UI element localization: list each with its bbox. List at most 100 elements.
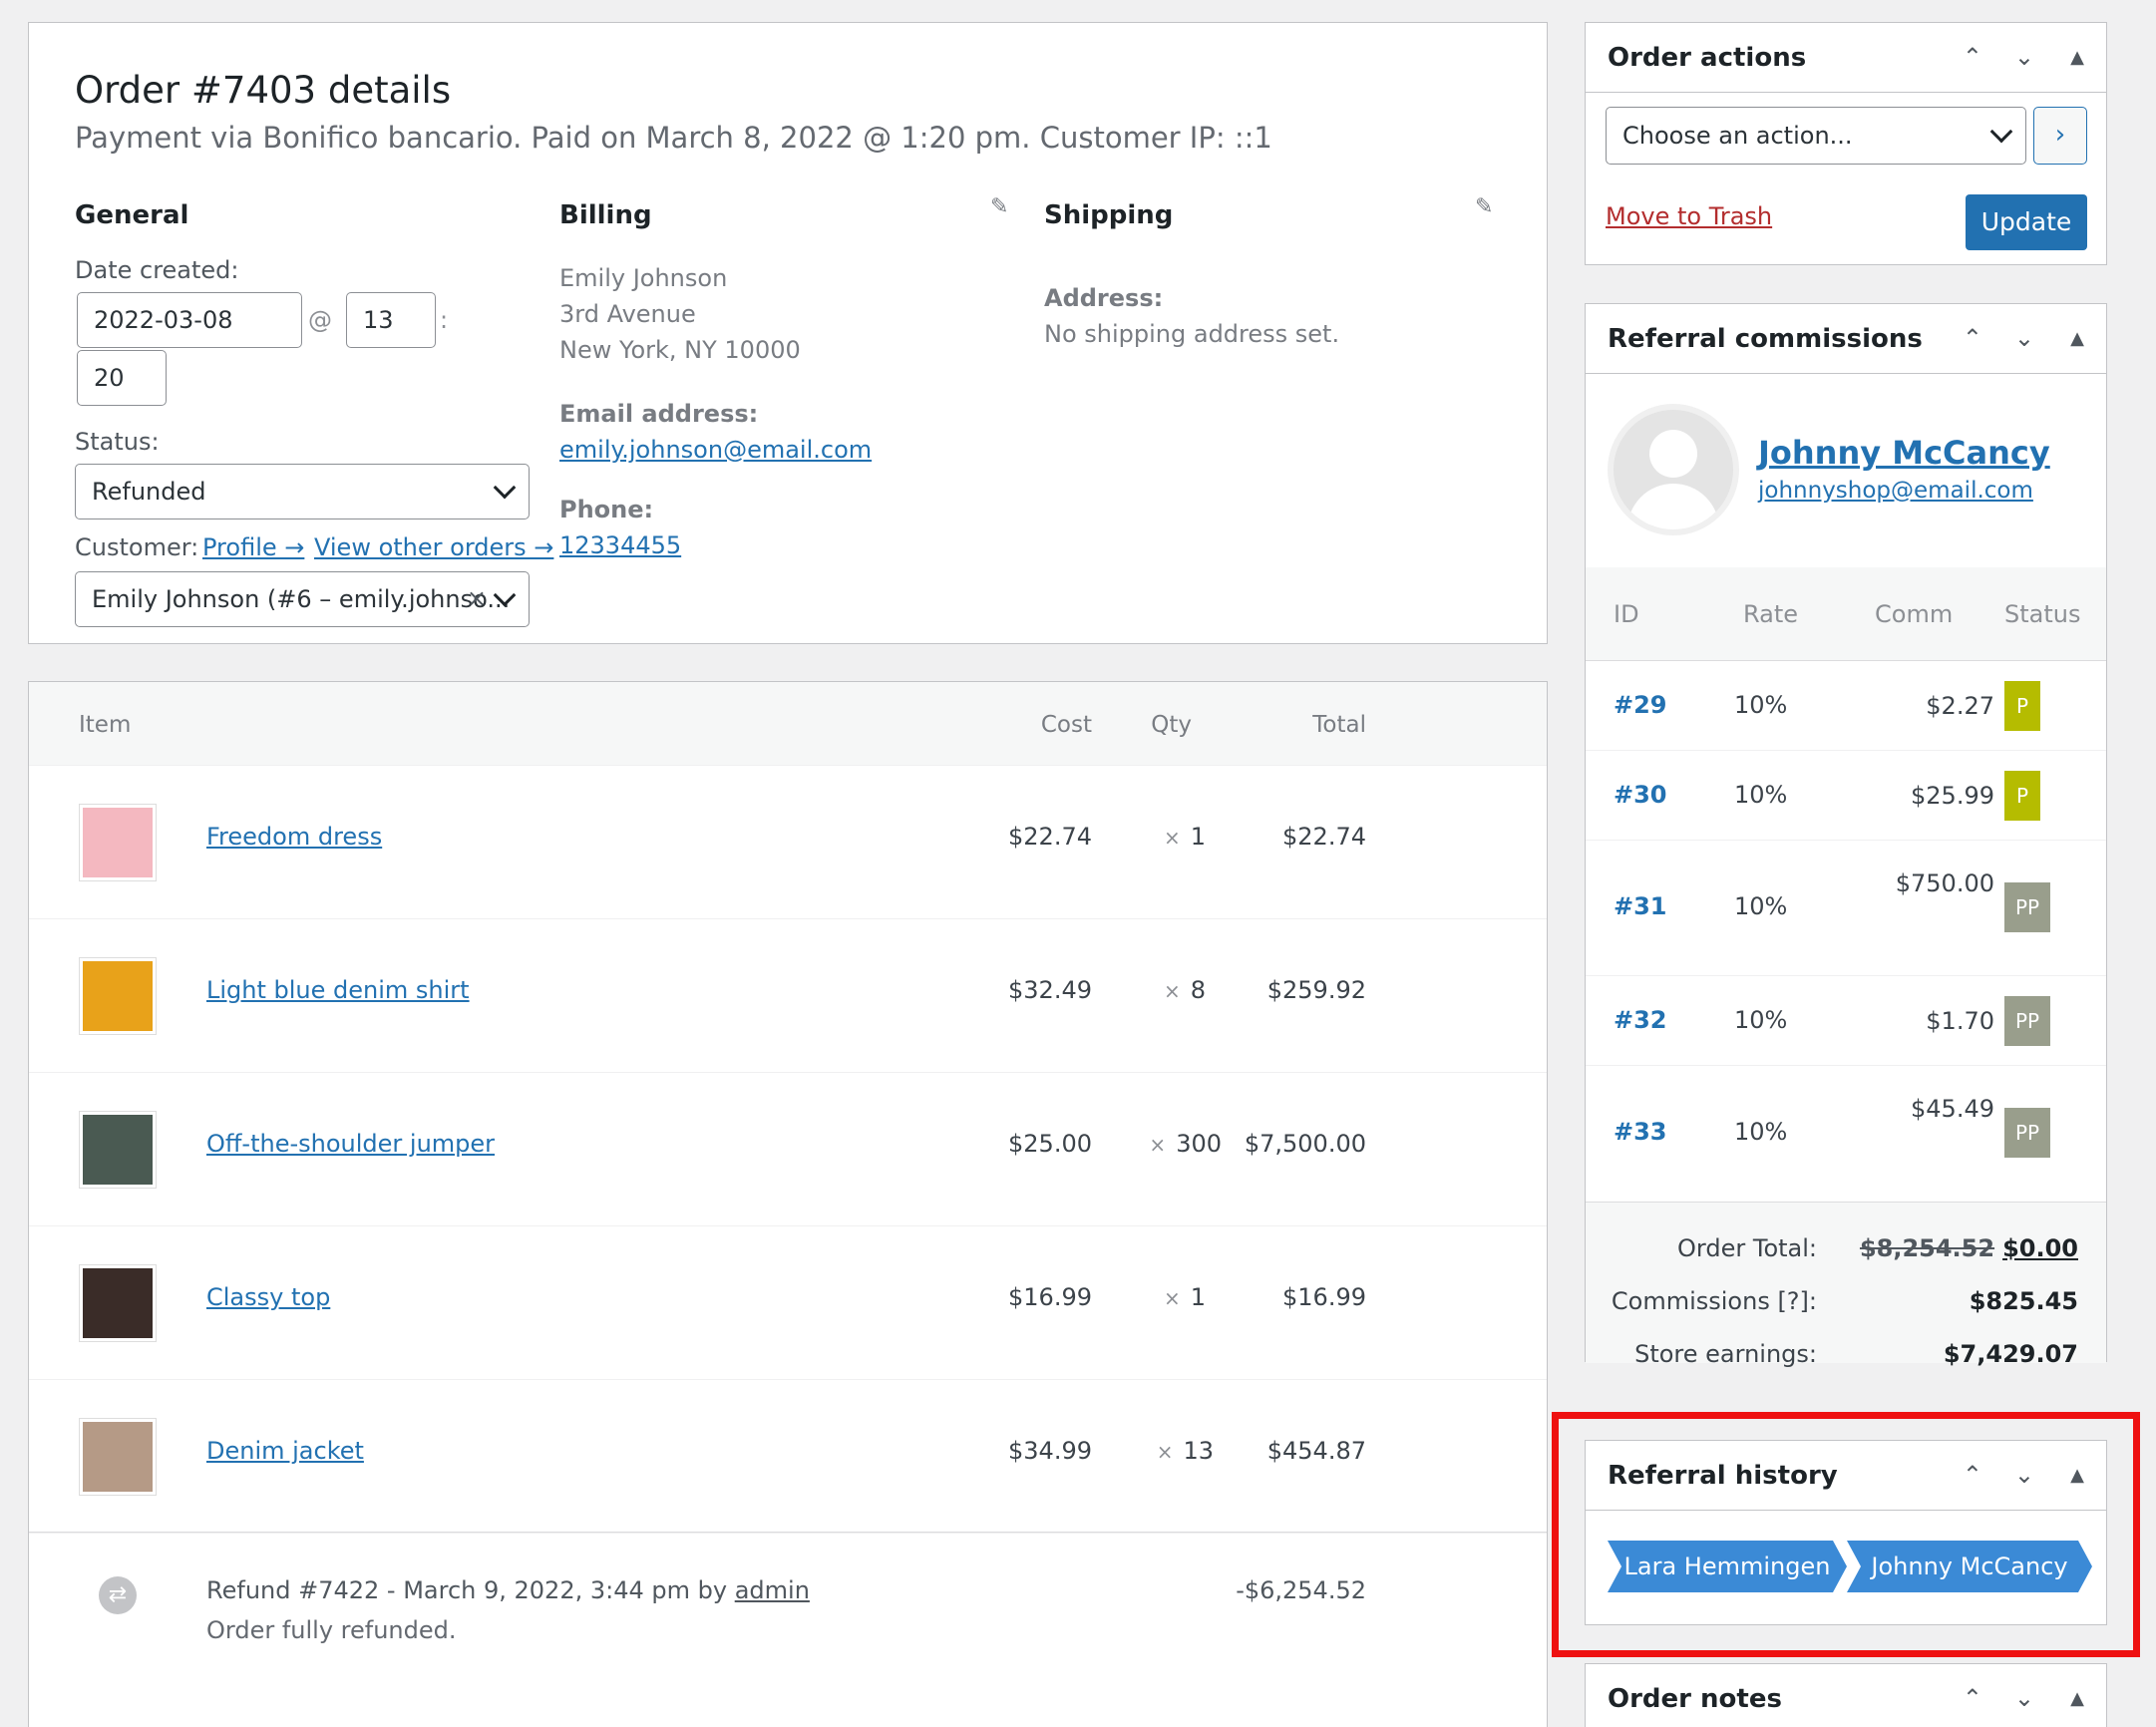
table-row: Freedom dress $22.74 × 1 $22.74	[29, 766, 1547, 919]
customer-select[interactable]: Emily Johnson (#6 – emily.johnso... ×	[75, 571, 530, 627]
billing-phone-link[interactable]: 12334455	[559, 527, 681, 564]
commission-id-link[interactable]: #33	[1614, 1118, 1667, 1146]
general-heading: General	[75, 200, 189, 230]
thumbnail-image	[83, 1268, 153, 1338]
referral-history-title: Referral history	[1608, 1461, 1838, 1491]
move-up-icon[interactable]: ⌃	[1963, 324, 1982, 352]
date-created-input[interactable]: 2022-03-08	[77, 292, 302, 348]
chevron-down-icon	[1989, 120, 2013, 144]
commission-id-link[interactable]: #29	[1614, 691, 1667, 719]
status-badge: PP	[2004, 996, 2050, 1046]
comm-column-header: Comm	[1875, 600, 1954, 628]
commissions-value: $825.45	[1969, 1287, 2078, 1315]
date-created-label: Date created:	[75, 256, 239, 284]
order-actions-box: Order actions ⌃ ⌄ ▲ Choose an action... …	[1585, 22, 2107, 265]
total-column-header: Total	[1312, 712, 1366, 738]
status-value: Refunded	[92, 478, 206, 506]
item-cost: $16.99	[1008, 1283, 1092, 1311]
pencil-icon[interactable]: ✎	[990, 194, 1008, 219]
refund-row: ⇄ Refund #7422 - March 9, 2022, 3:44 pm …	[29, 1532, 1547, 1727]
move-up-icon[interactable]: ⌃	[1963, 1461, 1982, 1489]
billing-street: 3rd Avenue	[559, 300, 696, 328]
apply-action-button[interactable]: ›	[2033, 107, 2087, 165]
commission-rate: 10%	[1734, 691, 1788, 719]
commission-id-link[interactable]: #30	[1614, 781, 1667, 809]
commission-rate: 10%	[1734, 1006, 1788, 1034]
toggle-panel-icon[interactable]: ▲	[2070, 1688, 2084, 1709]
refund-author-link[interactable]: admin	[735, 1576, 810, 1604]
commission-amount: $1.70	[1926, 1007, 1994, 1035]
update-button[interactable]: Update	[1966, 194, 2087, 250]
item-qty-value: 13	[1183, 1437, 1214, 1465]
view-other-orders-link[interactable]: View other orders →	[314, 533, 553, 561]
status-column-header: Status	[2004, 600, 2081, 628]
hour-input[interactable]: 13	[346, 292, 436, 348]
referral-commissions-header: Referral commissions ⌃ ⌄ ▲	[1586, 304, 2106, 374]
product-link[interactable]: Freedom dress	[206, 823, 382, 851]
order-total-label: Order Total:	[1677, 1234, 1817, 1262]
commission-amount: $750.00	[1895, 869, 1994, 897]
order-items-panel: Item Cost Qty Total Freedom dress $22.74…	[28, 681, 1548, 1727]
move-down-icon[interactable]: ⌄	[2014, 43, 2034, 71]
status-badge: PP	[2004, 882, 2050, 932]
commission-rate: 10%	[1734, 892, 1788, 920]
product-thumbnail[interactable]	[79, 1418, 157, 1496]
move-up-icon[interactable]: ⌃	[1963, 43, 1982, 71]
status-select[interactable]: Refunded	[75, 464, 530, 519]
referral-history-header: Referral history ⌃ ⌄ ▲	[1586, 1441, 2106, 1511]
referral-history-step: Lara Hemmingen	[1608, 1541, 1847, 1592]
profile-link[interactable]: Profile →	[202, 533, 304, 561]
item-qty: × 8	[1164, 976, 1206, 1004]
move-down-icon[interactable]: ⌄	[2014, 1461, 2034, 1489]
commission-id-link[interactable]: #32	[1614, 1006, 1667, 1034]
referral-history-box: Referral history ⌃ ⌄ ▲ Lara Hemmingen Jo…	[1585, 1440, 2107, 1625]
move-down-icon[interactable]: ⌄	[2014, 1684, 2034, 1712]
time-colon: :	[440, 306, 449, 334]
at-separator: @	[308, 306, 332, 334]
minute-input[interactable]: 20	[77, 350, 167, 406]
order-action-value: Choose an action...	[1622, 122, 1853, 150]
product-thumbnail[interactable]	[79, 804, 157, 881]
toggle-panel-icon[interactable]: ▲	[2070, 1465, 2084, 1486]
shipping-address: No shipping address set.	[1044, 320, 1340, 348]
status-badge: P	[2004, 681, 2040, 731]
move-to-trash-link[interactable]: Move to Trash	[1606, 202, 1772, 230]
product-link[interactable]: Off-the-shoulder jumper	[206, 1130, 495, 1158]
pencil-icon[interactable]: ✎	[1475, 194, 1493, 219]
affiliate-name-link[interactable]: Johnny McCancy	[1758, 434, 2050, 472]
table-row: Classy top $16.99 × 1 $16.99	[29, 1226, 1547, 1380]
shipping-heading: Shipping	[1044, 200, 1174, 230]
affiliate-email-link[interactable]: johnnyshop@email.com	[1758, 478, 2033, 504]
product-thumbnail[interactable]	[79, 1111, 157, 1189]
product-link[interactable]: Light blue denim shirt	[206, 976, 470, 1004]
order-subtitle: Payment via Bonifico bancario. Paid on M…	[75, 121, 1272, 155]
item-qty: × 1	[1164, 823, 1206, 851]
commission-row: #33 10% $45.49 PP	[1586, 1066, 2106, 1202]
move-down-icon[interactable]: ⌄	[2014, 324, 2034, 352]
product-thumbnail[interactable]	[79, 1264, 157, 1342]
status-label: Status:	[75, 428, 160, 456]
item-cost: $25.00	[1008, 1130, 1092, 1158]
item-qty: × 1	[1164, 1283, 1206, 1311]
clear-icon[interactable]: ×	[467, 584, 487, 612]
item-cost: $34.99	[1008, 1437, 1092, 1465]
toggle-panel-icon[interactable]: ▲	[2070, 328, 2084, 349]
product-link[interactable]: Classy top	[206, 1283, 330, 1311]
product-thumbnail[interactable]	[79, 957, 157, 1035]
commission-rate: 10%	[1734, 1118, 1788, 1146]
refund-icon: ⇄	[99, 1576, 137, 1614]
product-link[interactable]: Denim jacket	[206, 1437, 364, 1465]
commission-id-link[interactable]: #31	[1614, 892, 1667, 920]
billing-email-link[interactable]: emily.johnson@email.com	[559, 432, 872, 469]
toggle-panel-icon[interactable]: ▲	[2070, 47, 2084, 68]
item-qty-value: 8	[1190, 976, 1206, 1004]
order-action-select[interactable]: Choose an action...	[1606, 107, 2026, 165]
commission-row: #29 10% $2.27 P	[1586, 661, 2106, 751]
commissions-label: Commissions [?]:	[1611, 1287, 1817, 1315]
order-notes-header: Order notes ⌃ ⌄ ▲	[1586, 1664, 2106, 1727]
commission-rate: 10%	[1734, 781, 1788, 809]
thumbnail-image	[83, 961, 153, 1031]
table-row: Light blue denim shirt $32.49 × 8 $259.92	[29, 919, 1547, 1073]
thumbnail-image	[83, 808, 153, 877]
move-up-icon[interactable]: ⌃	[1963, 1684, 1982, 1712]
